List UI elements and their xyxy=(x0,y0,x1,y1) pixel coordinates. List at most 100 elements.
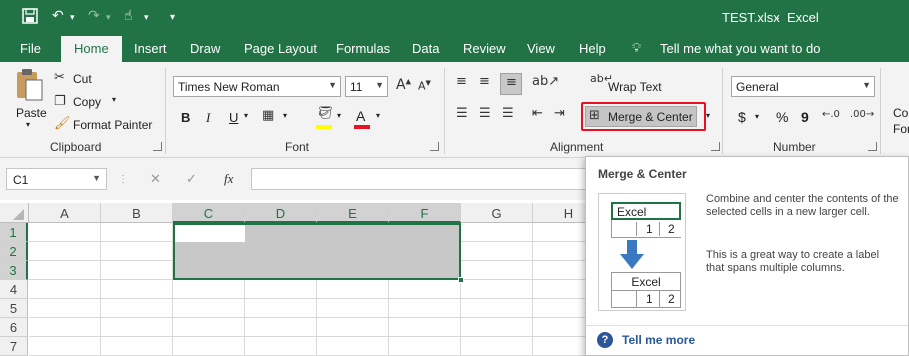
tell-me-more-link[interactable]: Tell me more xyxy=(622,333,695,347)
number-format-combo[interactable]: General ▼ xyxy=(731,76,875,97)
help-icon[interactable]: ? xyxy=(597,332,613,348)
grow-font-icon[interactable]: A▲ xyxy=(396,77,411,93)
row-header-1[interactable]: 1 xyxy=(0,223,28,242)
top-align-icon[interactable]: ≡ xyxy=(456,74,467,89)
percent-button[interactable]: % xyxy=(776,109,788,125)
underline-dropdown-icon[interactable]: ▾ xyxy=(244,111,248,120)
wrap-text-button[interactable]: Wrap Text xyxy=(608,80,662,94)
conditional-formatting-button[interactable]: Co xyxy=(893,106,908,120)
select-all-button[interactable] xyxy=(0,203,29,223)
tell-me-search[interactable]: Tell me what you want to do xyxy=(660,41,820,56)
bold-button[interactable]: B xyxy=(181,110,190,125)
row-header-4[interactable]: 4 xyxy=(0,280,28,299)
row-header-3[interactable]: 3 xyxy=(0,261,28,280)
tab-home[interactable]: Home xyxy=(61,36,122,62)
font-color-dropdown-icon[interactable]: ▾ xyxy=(376,111,380,120)
align-left-icon[interactable]: ☰ xyxy=(456,106,468,121)
tab-formulas[interactable]: Formulas xyxy=(336,41,390,56)
font-name-combo[interactable]: Times New Roman ▼ xyxy=(173,76,341,97)
tooltip-divider xyxy=(586,325,908,326)
fill-handle[interactable] xyxy=(458,277,464,283)
merge-dropdown-icon[interactable]: ▾ xyxy=(706,111,710,120)
clipboard-launcher-icon[interactable] xyxy=(153,142,162,151)
font-color-swatch xyxy=(354,125,370,129)
row-header-5[interactable]: 5 xyxy=(0,299,28,318)
merge-center-button[interactable]: ⊞ Merge & Center xyxy=(585,106,697,127)
row-header-6[interactable]: 6 xyxy=(0,318,28,337)
touch-mode-icon[interactable]: ☝ xyxy=(124,8,133,24)
cancel-icon[interactable]: ✕ xyxy=(150,171,161,187)
orientation-icon[interactable]: ab↗ xyxy=(532,74,559,89)
bottom-align-button[interactable]: ≡ xyxy=(500,73,522,95)
decrease-decimal-icon[interactable]: .00→ xyxy=(850,109,874,120)
enter-icon[interactable]: ✓ xyxy=(186,171,197,187)
column-header-g[interactable]: G xyxy=(461,203,533,223)
name-box-value: C1 xyxy=(13,173,29,187)
row-header-2[interactable]: 2 xyxy=(0,242,28,261)
column-header-c[interactable]: C xyxy=(173,203,245,223)
cut-button[interactable]: Cut xyxy=(73,72,92,86)
increase-decimal-icon[interactable]: ←.0 xyxy=(822,109,840,120)
font-size-combo[interactable]: 11 ▼ xyxy=(345,76,388,97)
clipboard-group-label: Clipboard xyxy=(50,140,102,154)
align-center-icon[interactable]: ☰ xyxy=(479,106,491,121)
paste-button[interactable]: Paste ▾ xyxy=(14,68,48,129)
copy-icon[interactable]: ❐ xyxy=(54,94,66,109)
resize-handle-icon[interactable]: ⋮ xyxy=(118,174,128,185)
cut-icon[interactable]: ✂ xyxy=(54,70,65,85)
tab-page-layout[interactable]: Page Layout xyxy=(244,41,317,56)
fill-color-swatch xyxy=(316,125,332,129)
chevron-down-icon: ▼ xyxy=(328,80,337,90)
column-header-a[interactable]: A xyxy=(29,203,101,223)
align-right-icon[interactable]: ☰ xyxy=(502,106,514,121)
font-color-button[interactable]: A xyxy=(356,108,365,124)
currency-button[interactable]: $ xyxy=(738,109,746,125)
shrink-font-icon[interactable]: A▼ xyxy=(418,79,431,93)
format-painter-icon[interactable]: 🖌︎ xyxy=(54,116,71,131)
column-header-d[interactable]: D xyxy=(245,203,317,223)
tab-review[interactable]: Review xyxy=(463,41,506,56)
insert-function-icon[interactable]: fx xyxy=(224,171,233,187)
underline-button[interactable]: U xyxy=(229,110,238,125)
tooltip-title: Merge & Center xyxy=(598,167,687,181)
tab-help[interactable]: Help xyxy=(579,41,606,56)
currency-dropdown-icon[interactable]: ▾ xyxy=(755,112,759,121)
column-header-e[interactable]: E xyxy=(317,203,389,223)
alignment-launcher-icon[interactable] xyxy=(711,142,720,151)
undo-dropdown-icon[interactable]: ▾ xyxy=(70,13,75,23)
tab-file[interactable]: File xyxy=(20,41,41,56)
tab-data[interactable]: Data xyxy=(412,41,439,56)
redo-icon: ↷ xyxy=(88,8,100,24)
column-header-f[interactable]: F xyxy=(389,203,461,223)
tab-draw[interactable]: Draw xyxy=(190,41,220,56)
undo-icon[interactable]: ↶ xyxy=(52,8,64,24)
font-launcher-icon[interactable] xyxy=(430,142,439,151)
font-size-value: 11 xyxy=(350,80,363,94)
name-box[interactable]: C1 ▼ xyxy=(6,168,107,190)
group-divider xyxy=(722,68,723,154)
borders-dropdown-icon[interactable]: ▾ xyxy=(283,111,287,120)
formula-input[interactable] xyxy=(251,168,591,190)
column-header-b[interactable]: B xyxy=(101,203,173,223)
tab-view[interactable]: View xyxy=(527,41,555,56)
font-name-value: Times New Roman xyxy=(178,80,280,94)
copy-button[interactable]: Copy xyxy=(73,95,101,109)
save-icon[interactable] xyxy=(22,8,38,28)
format-painter-button[interactable]: Format Painter xyxy=(73,118,152,132)
comma-style-button[interactable]: 9 xyxy=(801,109,809,125)
fill-color-icon[interactable]: 🪣︎ xyxy=(317,106,334,121)
ribbon: Paste ▾ ✂ Cut ❐ Copy ▾ 🖌︎ Format Painter… xyxy=(0,62,909,158)
increase-indent-icon[interactable]: ⇥ xyxy=(554,106,565,121)
row-header-7[interactable]: 7 xyxy=(0,337,28,356)
touch-dropdown-icon[interactable]: ▾ xyxy=(144,13,149,23)
number-launcher-icon[interactable] xyxy=(868,142,877,151)
fill-color-dropdown-icon[interactable]: ▾ xyxy=(337,111,341,120)
copy-dropdown-icon[interactable]: ▾ xyxy=(112,95,116,104)
middle-align-icon[interactable]: ≡ xyxy=(479,74,490,89)
borders-icon[interactable]: ▦ xyxy=(262,108,274,123)
tab-insert[interactable]: Insert xyxy=(134,41,167,56)
customize-toolbar-icon[interactable]: ▾ xyxy=(170,12,175,23)
italic-button[interactable]: I xyxy=(206,110,210,126)
group-divider xyxy=(165,68,166,154)
decrease-indent-icon[interactable]: ⇤ xyxy=(532,106,543,121)
